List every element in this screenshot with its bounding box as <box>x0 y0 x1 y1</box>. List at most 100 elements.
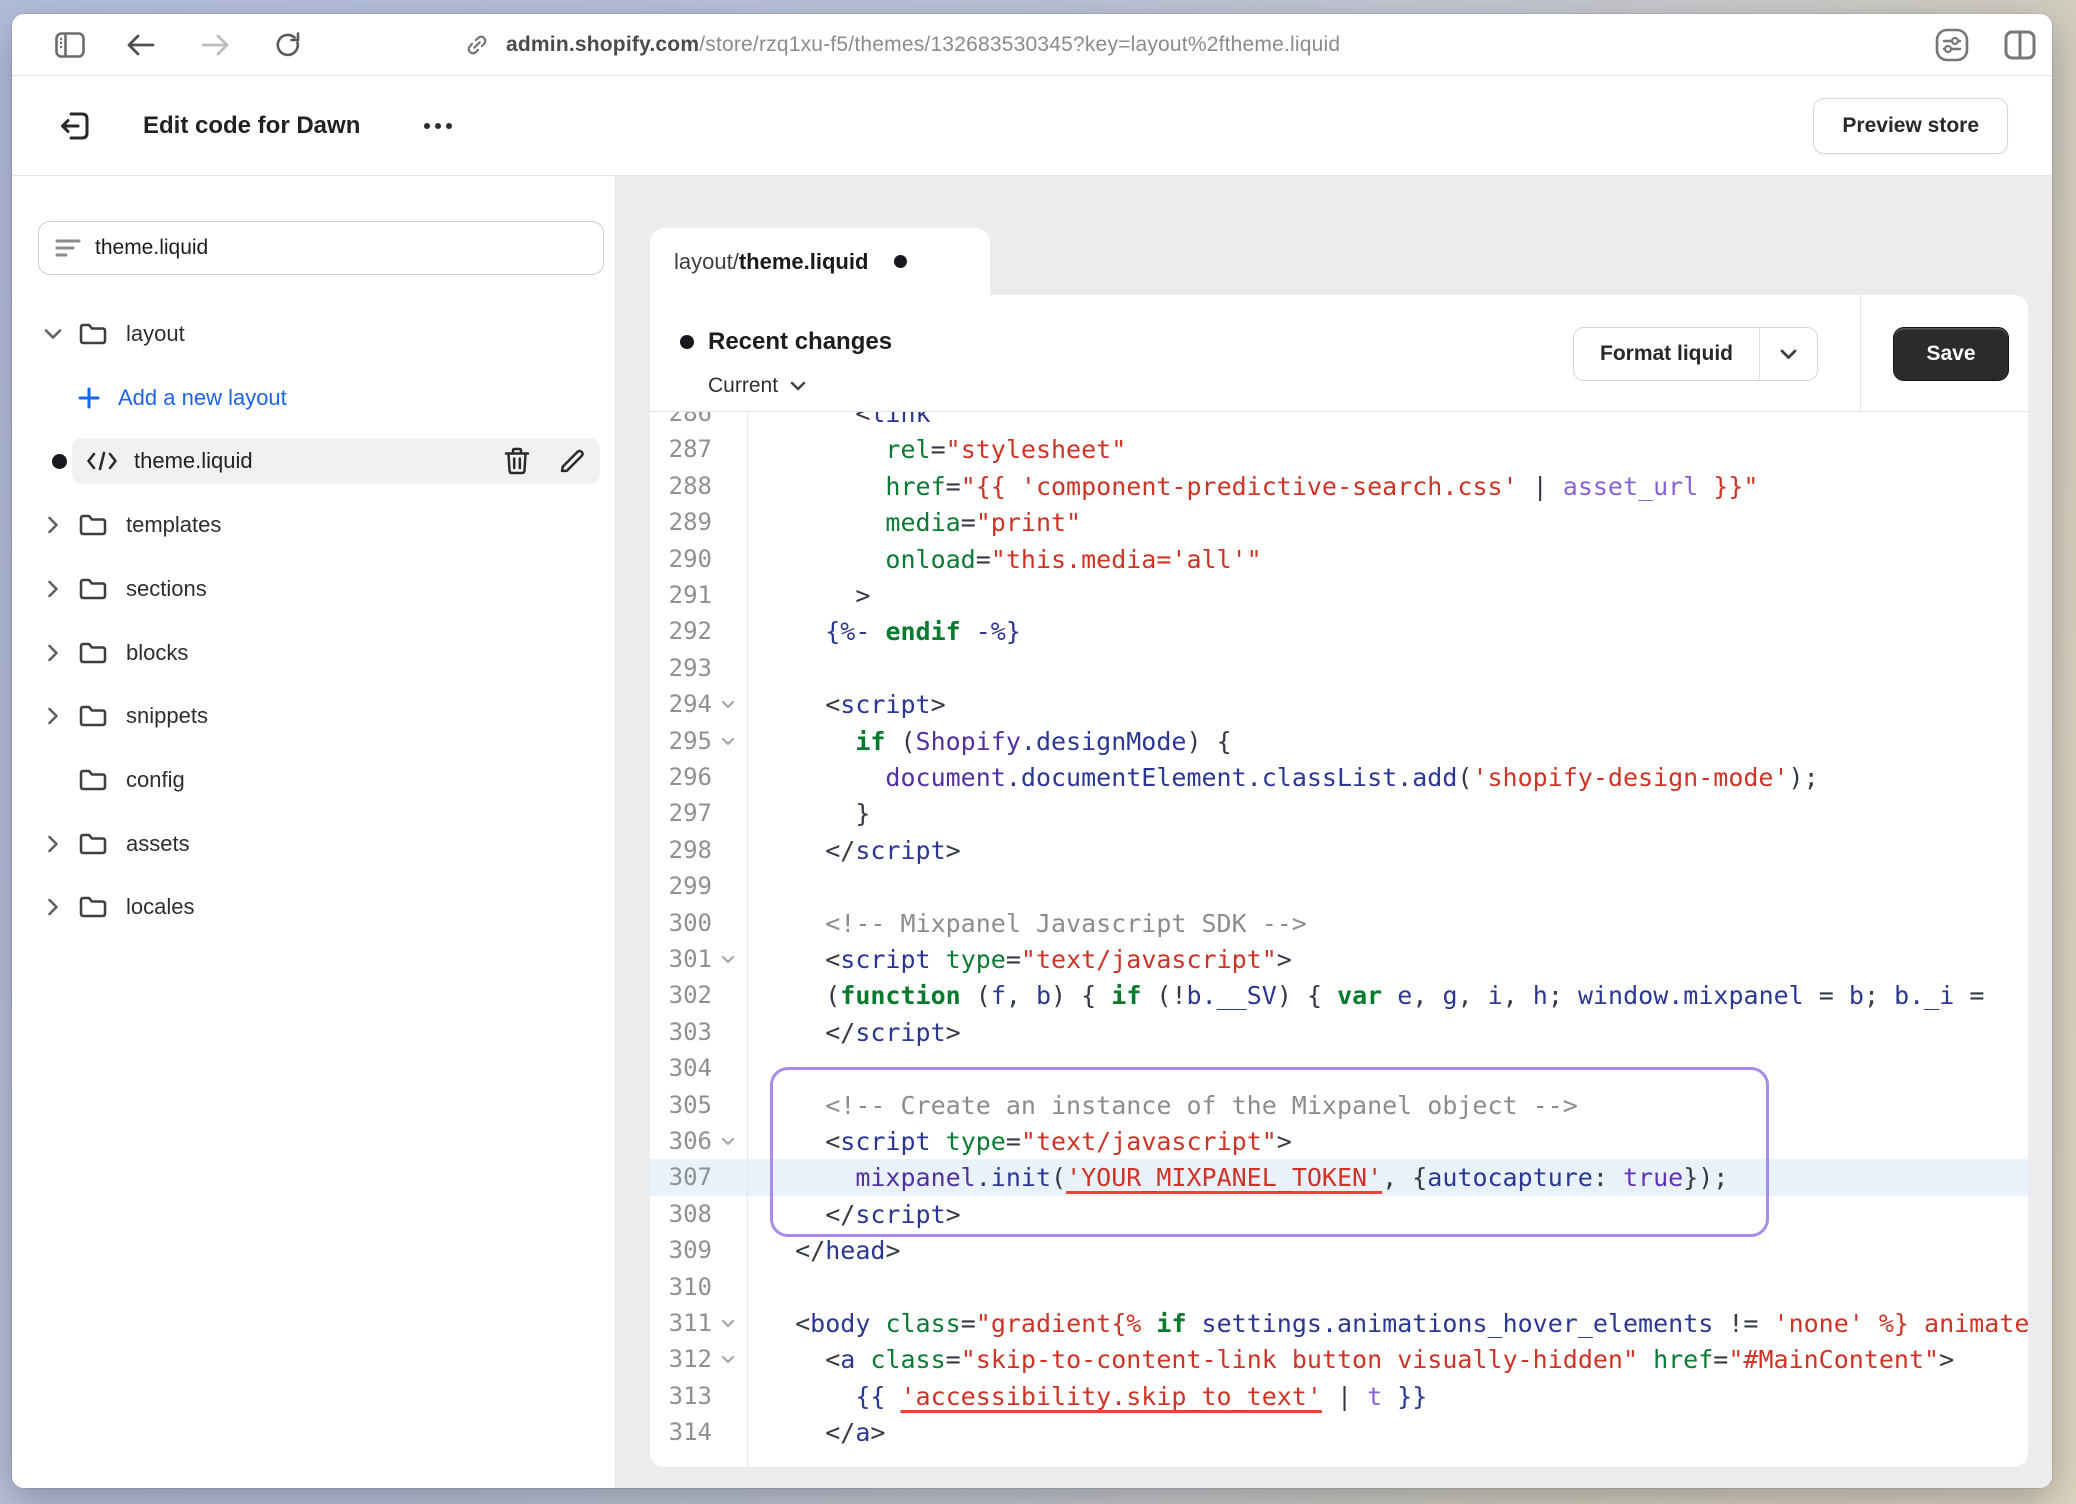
line-number: 286 <box>650 412 712 432</box>
fold-chevron-icon[interactable] <box>716 941 740 978</box>
sidebar-item-blocks[interactable]: blocks <box>12 630 616 676</box>
code-line-302[interactable]: (function (f, b) { if (!b.__SV) { var e,… <box>765 977 1984 1014</box>
split-view-icon[interactable] <box>2000 25 2040 65</box>
code-line-303[interactable]: </script> <box>765 1014 961 1051</box>
desktop: { "browser": { "url_domain": "admin.shop… <box>0 0 2076 1504</box>
code-line-287[interactable]: rel="stylesheet" <box>765 431 1126 468</box>
sidebar-item-locales[interactable]: locales <box>12 884 616 930</box>
chevron-right-icon[interactable] <box>38 898 68 916</box>
sidebar-item-sections[interactable]: sections <box>12 566 616 612</box>
sidebar-item-assets[interactable]: assets <box>12 821 616 867</box>
code-line-286[interactable]: <link <box>765 412 931 432</box>
save-button[interactable]: Save <box>1893 327 2009 381</box>
sidebar-item-snippets[interactable]: snippets <box>12 693 616 739</box>
code-line-300[interactable]: <!-- Mixpanel Javascript SDK --> <box>765 905 1307 942</box>
fold-chevron-icon[interactable] <box>716 1341 740 1378</box>
code-line-313[interactable]: {{ 'accessibility.skip_to_text' | t }} <box>765 1378 1427 1415</box>
code-line-306[interactable]: <script type="text/javascript"> <box>765 1123 1292 1160</box>
overflow-menu-icon[interactable] <box>416 111 460 141</box>
search-input[interactable] <box>95 236 587 260</box>
version-dropdown[interactable]: Current <box>708 374 806 398</box>
back-button[interactable] <box>120 25 160 65</box>
folder-icon <box>78 640 108 666</box>
fold-chevron-icon[interactable] <box>716 1305 740 1342</box>
folder-icon <box>78 640 108 666</box>
code-line-294[interactable]: <script> <box>765 686 946 723</box>
chevron-down-icon <box>44 328 62 340</box>
sidebar-item-theme-liquid[interactable]: theme.liquid <box>12 438 616 484</box>
sidebar-item-label: templates <box>126 512 221 538</box>
chevron-down-icon[interactable] <box>38 328 68 340</box>
sidebar-item-label: snippets <box>126 703 208 729</box>
code-line-296[interactable]: document.documentElement.classList.add('… <box>765 759 1819 796</box>
code-line-308[interactable]: </script> <box>765 1196 961 1233</box>
version-dropdown-value: Current <box>708 374 778 398</box>
line-number: 296 <box>650 759 712 796</box>
chevron-right-icon <box>47 644 59 662</box>
sidebar-item-layout[interactable]: layout <box>12 311 616 357</box>
line-number: 292 <box>650 613 712 650</box>
code-line-312[interactable]: <a class="skip-to-content-link button vi… <box>765 1341 1954 1378</box>
chevron-right-icon[interactable] <box>38 580 68 598</box>
line-number: 288 <box>650 468 712 505</box>
sidebar-add-layout[interactable]: Add a new layout <box>12 375 616 421</box>
code-line-307[interactable]: mixpanel.init('YOUR_MIXPANEL_TOKEN', {au… <box>765 1159 1728 1196</box>
folder-icon <box>78 321 108 347</box>
code-area[interactable]: 286 <link287 rel="stylesheet"288 href="{… <box>650 412 2028 1467</box>
fold-chevron-icon <box>721 1137 735 1146</box>
sidebar-item-label: layout <box>126 321 185 347</box>
code-line-297[interactable]: } <box>765 795 870 832</box>
line-number: 314 <box>650 1414 712 1451</box>
code-line-289[interactable]: media="print" <box>765 504 1081 541</box>
line-number: 294 <box>650 686 712 723</box>
chevron-down-icon <box>790 381 806 391</box>
line-number: 298 <box>650 832 712 869</box>
code-line-291[interactable]: > <box>765 577 870 614</box>
code-line-292[interactable]: {%- endif -%} <box>765 613 1021 650</box>
trash-icon <box>504 447 530 475</box>
chevron-right-icon[interactable] <box>38 516 68 534</box>
sidebar-item-config[interactable]: config <box>12 757 616 803</box>
fold-chevron-icon[interactable] <box>716 1123 740 1160</box>
fold-chevron-icon[interactable] <box>716 686 740 723</box>
chevron-right-icon <box>47 580 59 598</box>
tab-file-label: theme.liquid <box>739 249 869 275</box>
code-line-295[interactable]: if (Shopify.designMode) { <box>765 723 1232 760</box>
exit-icon[interactable] <box>52 103 98 149</box>
page-title: Edit code for Dawn <box>143 112 360 140</box>
format-liquid-button[interactable]: Format liquid <box>1573 327 1818 381</box>
code-line-288[interactable]: href="{{ 'component-predictive-search.cs… <box>765 468 1758 505</box>
delete-file-button[interactable] <box>504 447 530 475</box>
fold-chevron-icon <box>721 1319 735 1328</box>
format-options-caret[interactable] <box>1759 328 1817 380</box>
fold-chevron-icon[interactable] <box>716 723 740 760</box>
file-search[interactable] <box>38 221 604 275</box>
editor-main: layout/theme.liquid Recent changes Curre… <box>616 176 2052 1488</box>
editor-panel-header: Recent changes Current Format liquid Sav… <box>650 295 2028 412</box>
preview-store-button[interactable]: Preview store <box>1813 98 2008 154</box>
code-line-311[interactable]: <body class="gradient{% if settings.anim… <box>765 1305 2028 1342</box>
url-field[interactable]: admin.shopify.com/store/rzq1xu-f5/themes… <box>506 33 1340 57</box>
chevron-right-icon[interactable] <box>38 835 68 853</box>
code-line-290[interactable]: onload="this.media='all'" <box>765 541 1262 578</box>
tab-theme-liquid[interactable]: layout/theme.liquid <box>650 228 990 295</box>
chevron-right-icon[interactable] <box>38 644 68 662</box>
code-line-314[interactable]: </a> <box>765 1414 885 1451</box>
sidebar-item-label: assets <box>126 831 190 857</box>
code-line-305[interactable]: <!-- Create an instance of the Mixpanel … <box>765 1087 1578 1124</box>
format-liquid-label[interactable]: Format liquid <box>1574 328 1759 380</box>
reload-button[interactable] <box>268 25 308 65</box>
sidebar-item-label: blocks <box>126 640 188 666</box>
chevron-right-icon[interactable] <box>38 707 68 725</box>
chevron-down-icon <box>1780 349 1797 360</box>
rename-file-button[interactable] <box>558 447 586 475</box>
code-line-309[interactable]: </head> <box>765 1232 901 1269</box>
forward-button[interactable] <box>196 25 236 65</box>
file-sidebar: layout Add a new layout theme.liquid templa… <box>12 176 616 1488</box>
page-settings-icon[interactable] <box>1932 25 1972 65</box>
sidebar-item-templates[interactable]: templates <box>12 502 616 548</box>
code-line-298[interactable]: </script> <box>765 832 961 869</box>
code-line-301[interactable]: <script type="text/javascript"> <box>765 941 1292 978</box>
line-number: 293 <box>650 650 712 687</box>
sidebar-toggle-icon[interactable] <box>50 25 90 65</box>
